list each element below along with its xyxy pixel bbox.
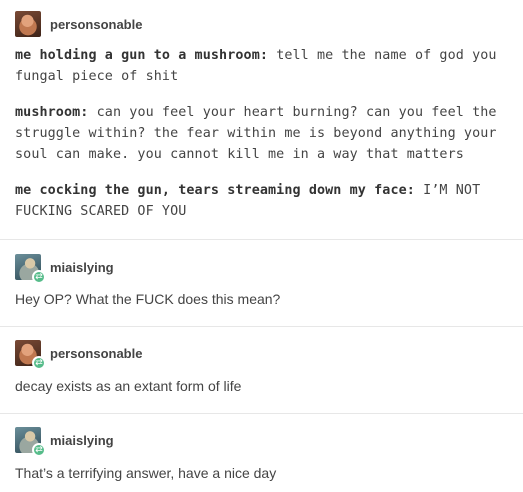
post-paragraph: mushroom: can you feel your heart burnin… [0,102,523,165]
username[interactable]: miaislying [50,433,114,448]
reblog-icon: ⇄ [32,270,46,284]
post-header: ⇄ personsonable [15,340,142,370]
reblog-icon: ⇄ [32,356,46,370]
post-paragraph: me cocking the gun, tears streaming down… [0,180,523,222]
username[interactable]: personsonable [50,346,142,361]
divider [0,413,523,414]
comment-text: decay exists as an extant form of life [15,378,242,394]
avatar[interactable]: ⇄ [15,427,46,457]
avatar[interactable]: ⇄ [15,254,46,284]
speaker-label: mushroom: [15,105,89,120]
post-header: ⇄ miaislying [15,427,114,457]
divider [0,326,523,327]
comment-text: Hey OP? What the FUCK does this mean? [15,291,281,307]
post-header: ⇄ miaislying [15,254,114,284]
avatar[interactable]: ⇄ [15,340,46,370]
divider [0,239,523,240]
username[interactable]: miaislying [50,260,114,275]
speaker-label: me cocking the gun, tears streaming down… [15,183,415,198]
comment-text: That’s a terrifying answer, have a nice … [15,465,277,481]
speaker-label: me holding a gun to a mushroom: [15,48,269,63]
avatar[interactable] [15,11,41,37]
reblog-icon: ⇄ [32,443,46,457]
paragraph-text: can you feel your heart burning? can you… [15,105,497,162]
post-paragraph: me holding a gun to a mushroom: tell me … [0,45,523,87]
post-header: personsonable [15,11,142,37]
username[interactable]: personsonable [50,17,142,32]
